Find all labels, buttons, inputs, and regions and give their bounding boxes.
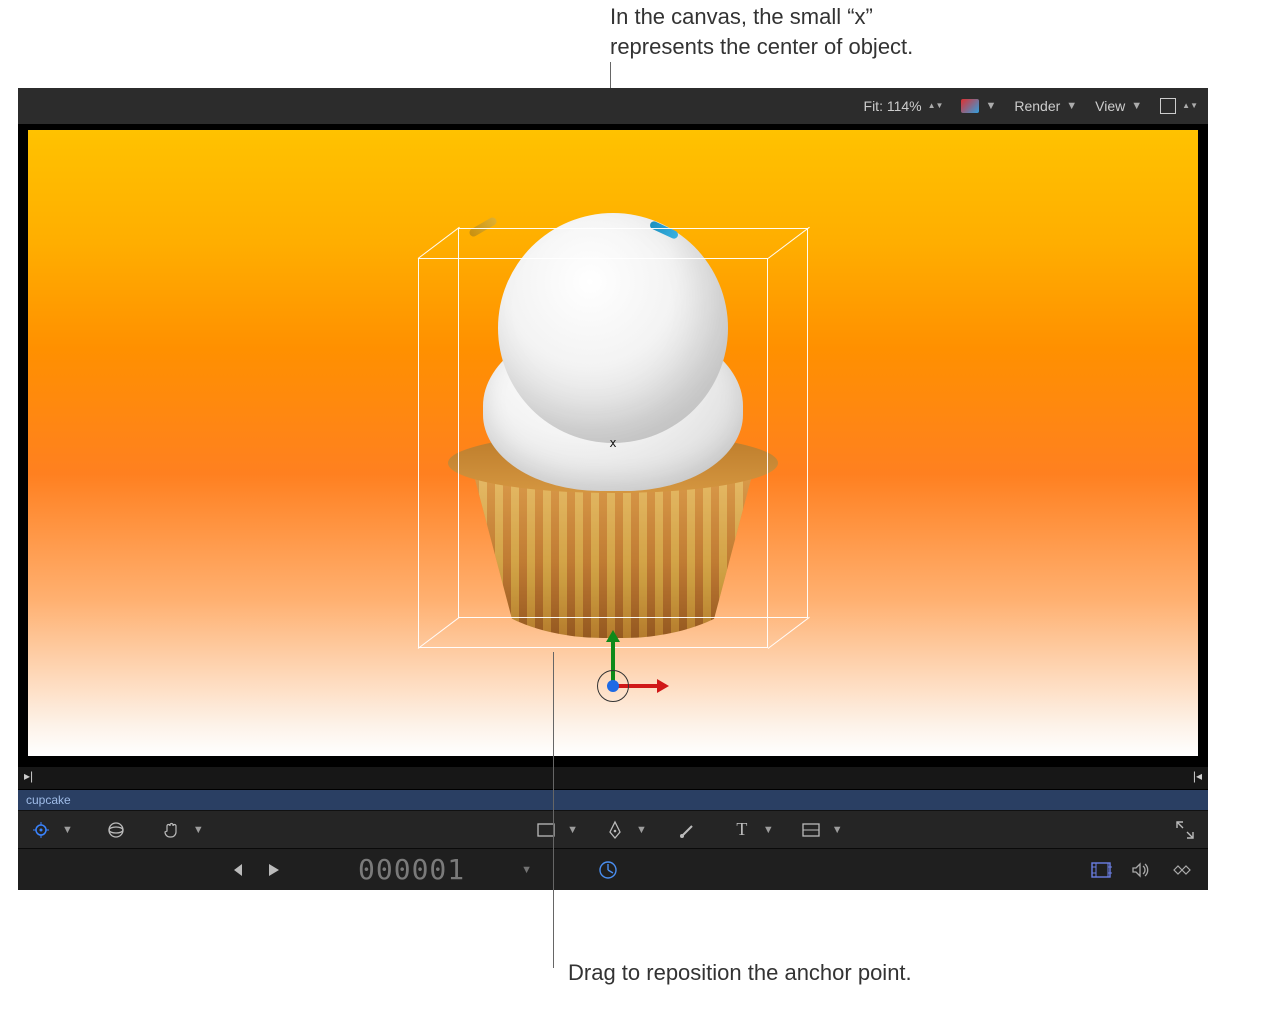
pen-tool[interactable] <box>602 817 628 843</box>
chevron-down-icon[interactable]: ▼ <box>832 824 843 836</box>
zoom-level-label: Fit: 114% <box>864 98 922 114</box>
show-audio-button[interactable] <box>1130 861 1150 879</box>
aspect-ratio-icon <box>1160 98 1176 114</box>
chevron-down-icon[interactable]: ▼ <box>567 824 578 836</box>
show-video-button[interactable] <box>1090 861 1112 879</box>
editor-panel: Fit: 114% ▲▼ ▼ Render ▼ View ▼ ▲▼ <box>18 88 1208 890</box>
annotation-top: In the canvas, the small “x” represents … <box>610 2 913 61</box>
in-point-marker[interactable]: ▸| <box>24 769 33 783</box>
channels-icon <box>961 99 979 113</box>
scale-to-fit-button[interactable] <box>1172 817 1198 843</box>
shape-tool[interactable] <box>798 817 824 843</box>
mask-rect-tool[interactable] <box>533 817 559 843</box>
callout-line-bottom <box>553 652 554 968</box>
object-center-marker: x <box>609 436 616 450</box>
timecode-mode-dropdown[interactable]: ▼ <box>521 864 532 876</box>
zoom-level-dropdown[interactable]: Fit: 114% ▲▼ <box>864 98 944 114</box>
timing-curve-button[interactable] <box>598 860 618 880</box>
viewer-canvas[interactable]: x <box>28 130 1198 756</box>
stepper-icon: ▲▼ <box>1182 103 1198 109</box>
chevron-down-icon[interactable]: ▼ <box>193 824 204 836</box>
chevron-down-icon[interactable]: ▼ <box>62 824 73 836</box>
anchor-point-tool[interactable] <box>28 817 54 843</box>
stepper-icon: ▲▼ <box>928 103 944 109</box>
view-menu[interactable]: View ▼ <box>1095 98 1142 114</box>
canvas-toolbar: ▼ ▼ ▼ ▼ T ▼ ▼ <box>18 810 1208 848</box>
chevron-down-icon: ▼ <box>1131 100 1142 112</box>
mini-timeline-clip[interactable]: cupcake <box>18 790 1208 810</box>
chevron-down-icon: ▼ <box>985 100 996 112</box>
out-point-marker[interactable]: |◂ <box>1193 769 1202 783</box>
text-tool[interactable]: T <box>729 817 755 843</box>
cupcake-frosting-upper <box>498 213 728 443</box>
transport-bar: 000001 ▼ <box>18 848 1208 890</box>
canvas-topbar: Fit: 114% ▲▼ ▼ Render ▼ View ▼ ▲▼ <box>18 88 1208 124</box>
canvas-wrap: x <box>18 124 1208 766</box>
chevron-down-icon[interactable]: ▼ <box>763 824 774 836</box>
show-keyframes-button[interactable] <box>1168 862 1196 878</box>
annotation-bottom: Drag to reposition the anchor point. <box>568 958 912 988</box>
chevron-down-icon: ▼ <box>1066 100 1077 112</box>
text-tool-label: T <box>736 819 747 840</box>
chevron-down-icon: ▼ <box>521 864 532 876</box>
play-button[interactable] <box>264 861 282 879</box>
aspect-ratio-dropdown[interactable]: ▲▼ <box>1160 98 1198 114</box>
render-menu[interactable]: Render ▼ <box>1014 98 1077 114</box>
brush-tool[interactable] <box>675 817 701 843</box>
anchor-dot[interactable] <box>607 680 619 692</box>
go-to-start-button[interactable] <box>228 861 246 879</box>
view-menu-label: View <box>1095 98 1125 114</box>
orbit-3d-tool[interactable] <box>103 817 129 843</box>
pan-tool[interactable] <box>159 817 185 843</box>
color-channels-dropdown[interactable]: ▼ <box>961 99 996 113</box>
clip-name-label: cupcake <box>26 793 71 807</box>
sprinkle-yellow <box>468 216 498 238</box>
chevron-down-icon[interactable]: ▼ <box>636 824 647 836</box>
timecode-display[interactable]: 000001 <box>358 853 465 886</box>
mini-timeline-ruler[interactable]: ▸| |◂ <box>18 766 1208 790</box>
render-menu-label: Render <box>1014 98 1060 114</box>
